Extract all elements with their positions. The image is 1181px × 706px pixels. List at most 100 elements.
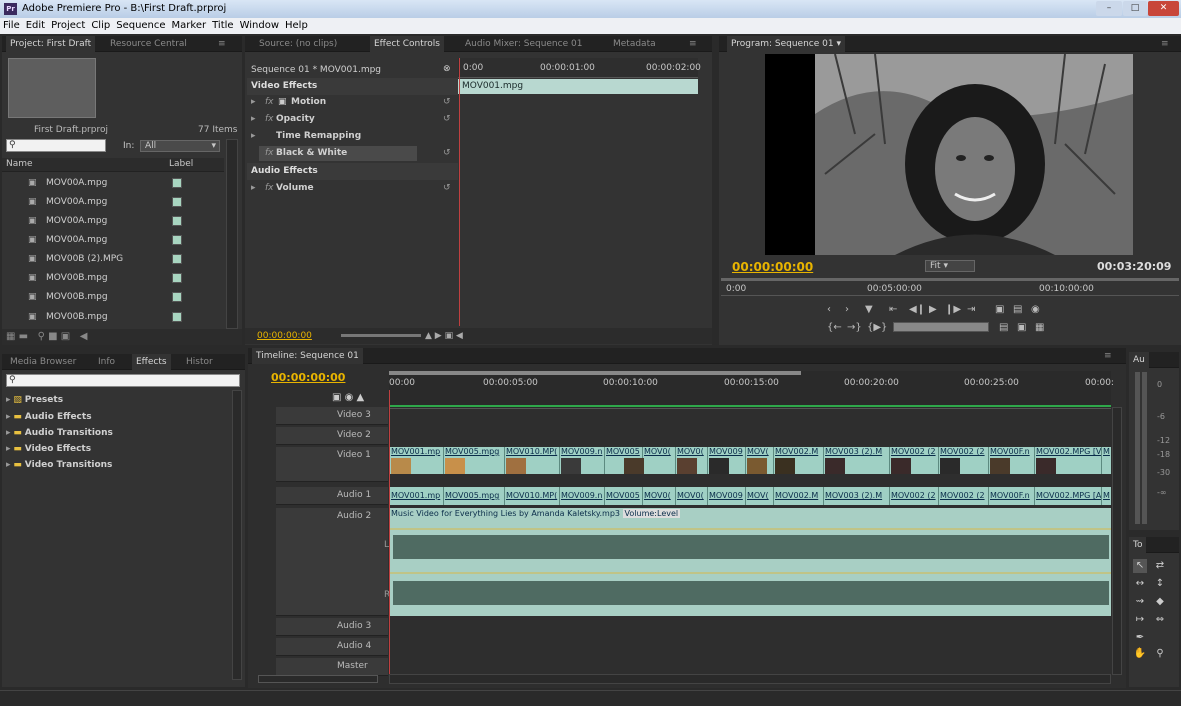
menu-edit[interactable]: Edit: [23, 18, 48, 34]
safe-margins-icon[interactable]: ▦: [1035, 322, 1044, 333]
list-item[interactable]: ▣ MOV00B.mpg: [2, 308, 224, 327]
menu-project[interactable]: Project: [48, 18, 88, 34]
list-item[interactable]: ▣ MOV00A.mpg: [2, 174, 224, 193]
timeline-v-scrollbar[interactable]: [1112, 407, 1122, 675]
track-select-tool-icon[interactable]: ⇄: [1153, 559, 1167, 573]
extract-icon[interactable]: ▤: [1013, 304, 1022, 315]
selection-tool-icon[interactable]: ↖: [1133, 559, 1147, 573]
hand-tool-icon[interactable]: ✋: [1133, 647, 1147, 661]
trim-monitor-icon[interactable]: ▤: [999, 322, 1008, 333]
slip-tool-icon[interactable]: ↦: [1133, 613, 1147, 627]
ec-timecode[interactable]: 00:00:00:00: [257, 328, 312, 344]
tab-tools[interactable]: To: [1129, 537, 1147, 553]
ripple-edit-tool-icon[interactable]: ↔: [1133, 577, 1147, 591]
folder-presets[interactable]: ▸ ▧ Presets: [6, 392, 63, 408]
audio-clip[interactable]: MOV00F.n: [988, 487, 1034, 505]
tab-metadata[interactable]: Metadata: [609, 36, 660, 52]
audio-clip[interactable]: MOV002.M: [773, 487, 823, 505]
audio-clip[interactable]: M: [1101, 487, 1111, 505]
fit-select[interactable]: Fit ▾: [925, 260, 975, 272]
tab-effect-controls[interactable]: Effect Controls: [370, 36, 444, 52]
program-timecode[interactable]: 00:00:00:00: [732, 260, 813, 274]
menu-clip[interactable]: Clip: [88, 18, 113, 34]
reset-effect-icon[interactable]: ↺: [443, 145, 451, 162]
audio-clip[interactable]: MOV002 (2: [889, 487, 938, 505]
track-audio-3[interactable]: Audio 3: [276, 618, 388, 636]
volume-level-label[interactable]: Volume:Level: [622, 509, 681, 518]
slide-tool-icon[interactable]: ⇔: [1153, 613, 1167, 627]
audio-clip[interactable]: MOV005.mpg: [443, 487, 504, 505]
menu-help[interactable]: Help: [282, 18, 311, 34]
timeline-h-scrollbar[interactable]: [389, 674, 1111, 684]
audio-clip[interactable]: MOV0(: [642, 487, 675, 505]
ec-tool-icons[interactable]: ▲ ▶ ▣ ◀: [425, 328, 463, 344]
expand-triangle-icon[interactable]: ▸: [251, 180, 256, 197]
menu-marker[interactable]: Marker: [169, 18, 210, 34]
rate-stretch-tool-icon[interactable]: ⇝: [1133, 595, 1147, 609]
go-to-prev-edit-icon[interactable]: {←: [827, 322, 842, 333]
go-to-in-icon[interactable]: ⇤: [889, 304, 897, 315]
tab-effects[interactable]: Effects: [132, 354, 171, 370]
step-forward-icon[interactable]: ❙▶: [945, 304, 961, 315]
audio-clip[interactable]: MOV002.MPG [A]: [1034, 487, 1101, 505]
zoom-tool-icon[interactable]: ⚲: [1153, 647, 1167, 661]
list-item[interactable]: ▣ MOV00A.mpg: [2, 231, 224, 250]
audio-clip[interactable]: MOV001.mp: [389, 487, 443, 505]
effects-search-input[interactable]: ⚲: [6, 374, 240, 387]
tab-history[interactable]: Histor: [182, 354, 217, 370]
menu-sequence[interactable]: Sequence: [113, 18, 168, 34]
pen-tool-icon[interactable]: ✒: [1133, 631, 1147, 645]
audio-clip[interactable]: MOV(: [745, 487, 773, 505]
tab-project[interactable]: Project: First Draft: [6, 36, 96, 52]
timeline-tool-icons[interactable]: ▣ ◉ ▲: [332, 392, 364, 403]
audio-clip[interactable]: MOV009.n: [559, 487, 604, 505]
track-video-3[interactable]: Video 3: [276, 407, 388, 425]
mark-in-icon[interactable]: ‹: [827, 304, 831, 315]
track-video-1[interactable]: Video 1: [276, 447, 388, 482]
export-frame-icon[interactable]: ◉: [1031, 304, 1040, 315]
ec-clip-bar[interactable]: MOV001.mpg: [458, 79, 698, 94]
audio-clip[interactable]: MOV009: [707, 487, 745, 505]
minimize-button[interactable]: –: [1096, 1, 1122, 16]
folder-video-transitions[interactable]: ▸ ▬ Video Transitions: [6, 457, 112, 473]
tab-audio-mixer[interactable]: Audio Mixer: Sequence 01: [461, 36, 586, 52]
menu-title[interactable]: Title: [209, 18, 236, 34]
video-clip[interactable]: MOV0(: [642, 447, 675, 474]
list-item[interactable]: ▣ MOV00B.mpg: [2, 269, 224, 288]
jog-shuttle[interactable]: [893, 322, 989, 332]
ec-zoom-slider[interactable]: [341, 334, 421, 337]
rolling-edit-tool-icon[interactable]: ↕: [1153, 577, 1167, 591]
panel-menu-icon[interactable]: ≡: [214, 36, 230, 52]
list-item[interactable]: ▣ MOV00B.mpg: [2, 288, 224, 307]
reset-effect-icon[interactable]: ↺: [443, 94, 451, 111]
tab-media-browser[interactable]: Media Browser: [6, 354, 80, 370]
panel-menu-icon[interactable]: ≡: [1100, 348, 1116, 364]
menu-file[interactable]: File: [0, 18, 23, 34]
video-clip[interactable]: M: [1101, 447, 1111, 474]
panel-menu-icon[interactable]: ≡: [1157, 36, 1173, 52]
maximize-button[interactable]: □: [1123, 1, 1147, 16]
reset-effect-icon[interactable]: ↺: [443, 180, 451, 197]
folder-audio-effects[interactable]: ▸ ▬ Audio Effects: [6, 409, 92, 425]
list-item[interactable]: ▣ MOV00B (2).MPG: [2, 250, 224, 269]
effects-scrollbar[interactable]: [232, 390, 242, 680]
tab-program[interactable]: Program: Sequence 01 ▾: [727, 36, 845, 52]
effect-opacity[interactable]: ▸ fx Opacity ↺: [247, 111, 458, 128]
folder-video-effects[interactable]: ▸ ▬ Video Effects: [6, 441, 91, 457]
razor-tool-icon[interactable]: ◆: [1153, 595, 1167, 609]
play-in-out-icon[interactable]: {▶}: [867, 322, 887, 333]
reset-effect-icon[interactable]: ↺: [443, 111, 451, 128]
folder-audio-transitions[interactable]: ▸ ▬ Audio Transitions: [6, 425, 113, 441]
project-search-input[interactable]: ⚲: [6, 139, 106, 152]
track-video-2[interactable]: Video 2: [276, 427, 388, 445]
marker-icon[interactable]: ▼: [865, 304, 873, 315]
audio-clip[interactable]: MOV010.MP(: [504, 487, 559, 505]
reset-icon[interactable]: ⊗: [443, 64, 451, 74]
timeline-timecode[interactable]: 00:00:00:00: [271, 371, 345, 384]
tab-resource-central[interactable]: Resource Central: [106, 36, 191, 52]
tab-info[interactable]: Info: [94, 354, 119, 370]
zoom-bar[interactable]: [389, 371, 801, 375]
go-to-next-edit-icon[interactable]: →}: [847, 322, 862, 333]
audio-clip[interactable]: MOV003 (2).M: [823, 487, 889, 505]
col-label[interactable]: Label: [169, 159, 193, 169]
